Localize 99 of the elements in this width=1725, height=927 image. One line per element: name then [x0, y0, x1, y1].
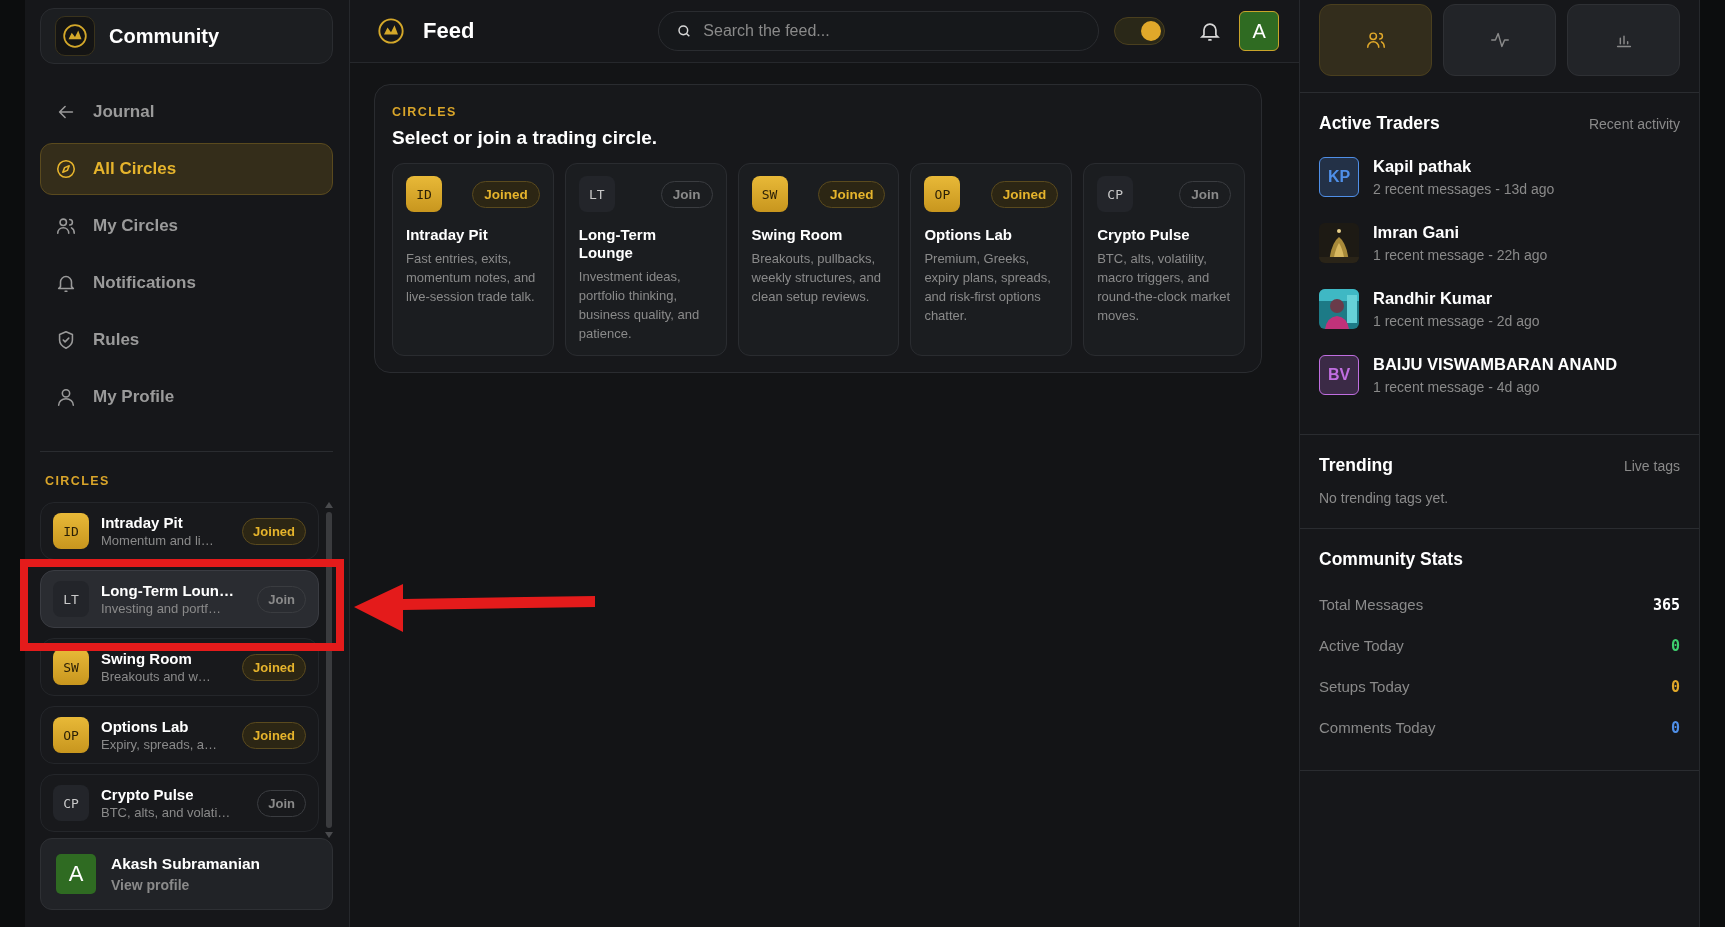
trader-name[interactable]: Kapil pathak — [1373, 157, 1555, 176]
circle-snippet: Expiry, spreads, a… — [101, 737, 219, 752]
circle-list-item[interactable]: LT Long-Term Loun… Investing and portf… Join — [40, 570, 319, 628]
circle-list-item[interactable]: OP Options Lab Expiry, spreads, a… Joined — [40, 706, 319, 764]
search-icon — [676, 23, 693, 39]
stat-label: Total Messages — [1319, 596, 1424, 613]
panel-heading: Select or join a trading circle. — [392, 127, 659, 149]
section-subtitle: Live tags — [1623, 458, 1680, 474]
section-subtitle: Recent activity — [1588, 116, 1680, 132]
circle-badge: ID — [406, 176, 442, 212]
trader-activity: 1 recent message - 22h ago — [1373, 247, 1548, 263]
join-button[interactable]: Joined — [990, 180, 1059, 208]
circle-name: Crypto Pulse — [1097, 226, 1191, 244]
compass-icon — [55, 158, 77, 180]
search-field[interactable]: Search the feed... — [658, 11, 1099, 51]
circle-name: Swing Room — [751, 226, 844, 244]
circle-card[interactable]: CP Join Crypto Pulse BTC, alts, volatility, macro triggers, and round-the-clock market moves. — [1083, 163, 1245, 356]
circle-card[interactable]: LT Join Long-Term Lounge Investment ideas, portfolio thinking, business quality, and patience. — [564, 163, 727, 356]
circle-description: BTC, alts, volatility, macro triggers, and round-the-clock market moves. — [1097, 250, 1231, 325]
circle-card[interactable]: SW Joined Swing Room Breakouts, pullbacks, weekly structures, and clean setup reviews. — [737, 163, 900, 356]
circle-badge: OP — [924, 176, 961, 212]
circle-name: Swing Room — [101, 650, 193, 667]
empty-message: No trending tags yet. — [1319, 490, 1450, 506]
stat-value: 0 — [1670, 718, 1680, 737]
user-icon — [55, 386, 77, 408]
panel-tab[interactable] — [1319, 4, 1432, 76]
stat-label: Active Today — [1319, 637, 1404, 654]
section-heading: CIRCLES — [45, 474, 111, 488]
trader-name[interactable]: Imran Gani — [1373, 223, 1548, 242]
logo-icon — [55, 16, 95, 56]
circle-name: Long-Term Lounge — [578, 226, 657, 262]
circle-snippet: BTC, alts, and volati… — [101, 805, 232, 820]
avatar: BV — [1319, 355, 1359, 395]
section-title: Active Traders — [1319, 113, 1440, 134]
circle-name: Intraday Pit — [101, 514, 184, 531]
theme-toggle[interactable] — [1113, 17, 1166, 45]
circle-badge: ID — [53, 513, 89, 549]
logo-icon — [377, 17, 405, 45]
scroll-up-icon[interactable] — [325, 502, 333, 508]
join-button[interactable]: Joined — [242, 653, 306, 681]
nav-item[interactable]: Rules — [40, 314, 333, 366]
circle-description: Breakouts, pullbacks, weekly structures, and clean setup reviews. — [751, 250, 882, 306]
circle-list-item[interactable]: ID Intraday Pit Momentum and li… Joined — [40, 502, 319, 560]
stat-label: Setups Today — [1319, 678, 1410, 695]
circle-snippet: Momentum and li… — [101, 533, 215, 548]
circle-badge: SW — [751, 176, 788, 212]
circle-name: Options Lab — [101, 718, 190, 735]
page-title: Feed — [423, 18, 475, 44]
avatar: KP — [1319, 157, 1359, 197]
users-icon — [1364, 29, 1387, 51]
brand-title: Community — [109, 24, 219, 48]
circle-badge: SW — [53, 649, 89, 685]
stat-value: 0 — [1670, 636, 1680, 655]
circle-badge: OP — [53, 717, 89, 753]
circle-badge: LT — [53, 581, 89, 617]
scrollbar[interactable] — [325, 502, 333, 838]
panel-tab[interactable] — [1567, 4, 1680, 76]
join-button[interactable]: Joined — [817, 180, 886, 208]
trader-activity: 2 recent messages - 13d ago — [1373, 181, 1555, 197]
profile-name: Akash Subramanian — [111, 855, 261, 873]
avatar[interactable]: A — [1239, 11, 1279, 51]
nav-item[interactable]: All Circles — [40, 143, 333, 195]
trader-name[interactable]: BAIJU VISWAMBARAN ANAND — [1373, 355, 1618, 374]
circle-snippet: Investing and portf… — [101, 601, 222, 616]
nav-item[interactable]: My Circles — [40, 200, 333, 252]
avatar: A — [56, 854, 96, 894]
join-button[interactable]: Joined — [242, 721, 306, 749]
nav-item[interactable]: My Profile — [40, 371, 333, 423]
circle-name: Long-Term Loun… — [101, 582, 236, 599]
circle-name: Intraday Pit — [406, 226, 489, 244]
trader-name[interactable]: Randhir Kumar — [1373, 289, 1540, 308]
join-button[interactable]: Joined — [242, 517, 306, 545]
circle-badge: CP — [1097, 176, 1134, 212]
join-button[interactable]: Joined — [472, 180, 540, 208]
circle-name: Options Lab — [924, 226, 1013, 244]
circle-description: Fast entries, exits, momentum notes, and live-session trade talk. — [406, 250, 537, 306]
nav-item[interactable]: Journal — [40, 86, 333, 138]
section-title: Trending — [1319, 455, 1393, 476]
circle-description: Premium, Greeks, expiry plans, spreads, and risk-first options chatter. — [924, 250, 1052, 325]
stat-value: 365 — [1652, 595, 1680, 614]
trader-activity: 1 recent message - 2d ago — [1373, 313, 1540, 329]
view-profile-link[interactable]: View profile — [111, 877, 261, 893]
profile-card[interactable]: A Akash Subramanian View profile — [40, 838, 333, 910]
circle-badge: CP — [53, 785, 89, 821]
nav-item[interactable]: Notifications — [40, 257, 333, 309]
circle-list-item[interactable]: CP Crypto Pulse BTC, alts, and volati… Join — [40, 774, 319, 832]
circle-card[interactable]: OP Joined Options Lab Premium, Greeks, expiry plans, spreads, and risk-first options chatter. — [910, 163, 1073, 356]
circle-name: Crypto Pulse — [101, 786, 195, 803]
circle-card[interactable]: ID Joined Intraday Pit Fast entries, exits, momentum notes, and live-session trade talk. — [392, 163, 554, 356]
panel-tab[interactable] — [1443, 4, 1556, 76]
stat-value: 0 — [1670, 677, 1680, 696]
section-title: Community Stats — [1319, 549, 1463, 570]
section-heading: CIRCLES — [392, 105, 458, 119]
stat-label: Comments Today — [1319, 719, 1436, 736]
trader-activity: 1 recent message - 4d ago — [1373, 379, 1541, 395]
circle-badge: LT — [578, 176, 615, 212]
circle-description: Investment ideas, portfolio thinking, business quality, and patience. — [578, 268, 701, 343]
circle-snippet: Breakouts and w… — [101, 669, 212, 684]
users-icon — [55, 215, 77, 237]
